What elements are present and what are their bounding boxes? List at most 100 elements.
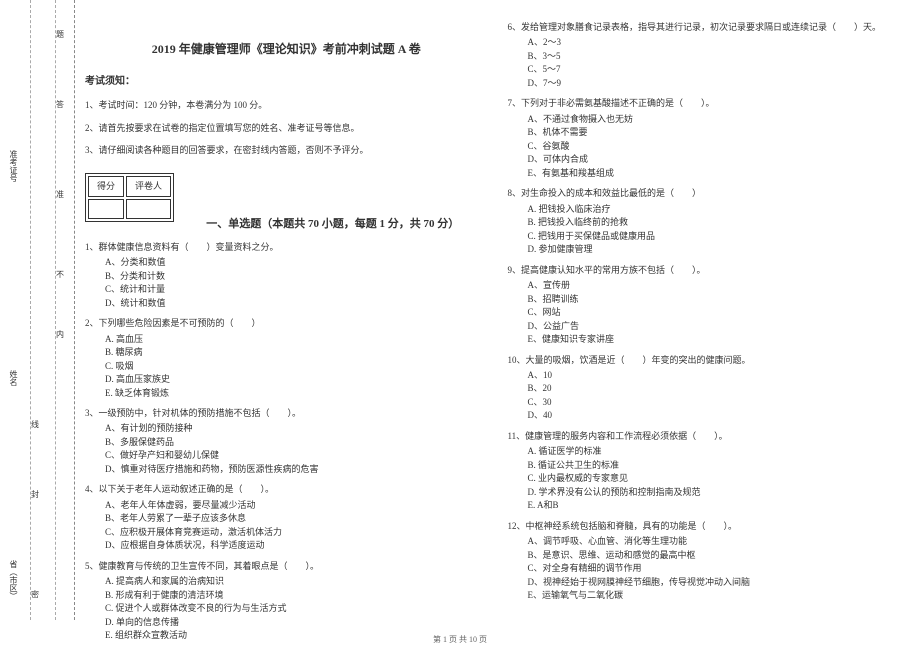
question-5-text: 5、健康教育与传统的卫生宣传不同，其着眼点是（ ）。 xyxy=(85,559,488,573)
q5-opt-b: B. 形成有利于健康的清洁环境 xyxy=(85,589,488,603)
q4-opt-b: B、老年人劳累了一辈子应该多休息 xyxy=(85,512,488,526)
q5-opt-c: C. 促进个人或群体改变不良的行为与生活方式 xyxy=(85,602,488,616)
q9-opt-c: C、网站 xyxy=(508,306,911,320)
q8-opt-c: C. 把钱用于买保健品或健康用品 xyxy=(508,230,911,244)
q2-opt-d: D. 高血压家族史 xyxy=(85,373,488,387)
question-7-text: 7、下列对于非必需氨基酸描述不正确的是（ ）。 xyxy=(508,96,911,110)
q6-opt-d: D、7～9 xyxy=(508,77,911,91)
q8-opt-a: A. 把钱投入临床治疗 xyxy=(508,203,911,217)
q5-opt-d: D. 单向的信息传播 xyxy=(85,616,488,630)
question-6-text: 6、发给管理对象膳食记录表格，指导其进行记录，初次记录要求隔日或连续记录（ ）天… xyxy=(508,20,911,34)
q1-opt-d: D、统计和数值 xyxy=(85,297,488,311)
q3-opt-b: B、多服保健药品 xyxy=(85,436,488,450)
q12-opt-c: C、对全身有精细的调节作用 xyxy=(508,562,911,576)
score-box: 得分 评卷人 xyxy=(85,173,174,222)
province-label: 省（市区） xyxy=(8,560,19,600)
q9-opt-b: B、招聘训练 xyxy=(508,293,911,307)
q4-opt-c: C、应积极开展体育竞赛运动，激活机体活力 xyxy=(85,526,488,540)
seal-char-2: 封 xyxy=(30,490,41,498)
notice-heading: 考试须知： xyxy=(85,74,488,90)
q8-opt-b: B. 把钱投入临终前的抢救 xyxy=(508,216,911,230)
question-4-text: 4、以下关于老年人运动叙述正确的是（ ）。 xyxy=(85,482,488,496)
left-column: 2019 年健康管理师《理论知识》考前冲刺试题 A 卷 考试须知： 1、考试时间… xyxy=(85,20,488,643)
notice-2: 2、请首先按要求在试卷的指定位置填写您的姓名、准考证号等信息。 xyxy=(85,121,488,135)
q12-opt-a: A、调节呼吸、心血管、消化等生理功能 xyxy=(508,535,911,549)
q10-opt-b: B、20 xyxy=(508,382,911,396)
content-area: 2019 年健康管理师《理论知识》考前冲刺试题 A 卷 考试须知： 1、考试时间… xyxy=(85,20,910,643)
q10-opt-a: A、10 xyxy=(508,369,911,383)
q12-opt-b: B、是意识、思维、运动和感觉的最高中枢 xyxy=(508,549,911,563)
q4-opt-d: D、应根据自身体质状况，科学适度运动 xyxy=(85,539,488,553)
right-column: 6、发给管理对象膳食记录表格，指导其进行记录，初次记录要求隔日或连续记录（ ）天… xyxy=(508,20,911,643)
question-2-text: 2、下列哪些危险因素是不可预防的（ ） xyxy=(85,316,488,330)
question-4: 4、以下关于老年人运动叙述正确的是（ ）。 A、老年人年体虚弱，要尽量减少活动 … xyxy=(85,482,488,552)
q4-opt-a: A、老年人年体虚弱，要尽量减少活动 xyxy=(85,499,488,513)
q10-opt-d: D、40 xyxy=(508,409,911,423)
q10-opt-c: C、30 xyxy=(508,396,911,410)
q7-opt-a: A、不通过食物摄入也无妨 xyxy=(508,113,911,127)
question-8: 8、对生命投入的成本和效益比最低的是（ ） A. 把钱投入临床治疗 B. 把钱投… xyxy=(508,186,911,256)
seal-char-1: 密 xyxy=(30,590,41,598)
question-7: 7、下列对于非必需氨基酸描述不正确的是（ ）。 A、不通过食物摄入也无妨 B、机… xyxy=(508,96,911,180)
q11-opt-b: B. 循证公共卫生的标准 xyxy=(508,459,911,473)
q11-opt-a: A. 循证医学的标准 xyxy=(508,445,911,459)
question-2: 2、下列哪些危险因素是不可预防的（ ） A. 高血压 B. 糖尿病 C. 吸烟 … xyxy=(85,316,488,400)
q2-opt-a: A. 高血压 xyxy=(85,333,488,347)
question-9-text: 9、提高健康认知水平的常用方族不包括（ ）。 xyxy=(508,263,911,277)
q1-opt-c: C、统计和计量 xyxy=(85,283,488,297)
q3-opt-d: D、慎重对待医疗措施和药物，预防医源性疾病的危害 xyxy=(85,463,488,477)
q6-opt-c: C、5～7 xyxy=(508,63,911,77)
q1-opt-b: B、分类和计数 xyxy=(85,270,488,284)
admit-no-label: 准考证号 xyxy=(8,150,19,182)
q2-opt-b: B. 糖尿病 xyxy=(85,346,488,360)
q1-opt-a: A、分类和数值 xyxy=(85,256,488,270)
q6-opt-b: B、3～5 xyxy=(508,50,911,64)
seal-line-1 xyxy=(30,0,31,620)
binding-margin: 省（市区） 姓名 准考证号 密 封 线 内 不 准 答 题 xyxy=(0,0,75,620)
q7-opt-e: E、有氨基和羧基组成 xyxy=(508,167,911,181)
q9-opt-a: A、宣传册 xyxy=(508,279,911,293)
notice-3: 3、请仔细阅读各种题目的回答要求，在密封线内答题，否则不予评分。 xyxy=(85,143,488,157)
q11-opt-c: C. 业内最权威的专家意见 xyxy=(508,472,911,486)
question-12-text: 12、中枢神经系统包括脑和脊髓，具有的功能是（ ）。 xyxy=(508,519,911,533)
exam-title: 2019 年健康管理师《理论知识》考前冲刺试题 A 卷 xyxy=(85,40,488,59)
q9-opt-d: D、公益广告 xyxy=(508,320,911,334)
seal-char-3: 线 xyxy=(30,420,41,428)
question-1-text: 1、群体健康信息资料有（ ）变量资料之分。 xyxy=(85,240,488,254)
q7-opt-d: D、可体内合成 xyxy=(508,153,911,167)
question-10-text: 10、大量的吸烟，饮酒是近（ ）年变的突出的健康问题。 xyxy=(508,353,911,367)
name-label: 姓名 xyxy=(8,370,19,386)
question-3-text: 3、一级预防中，针对机体的预防措施不包括（ ）。 xyxy=(85,406,488,420)
q11-opt-e: E. A和B xyxy=(508,499,911,513)
score-cell xyxy=(88,199,124,219)
q3-opt-a: A、有计划的预防接种 xyxy=(85,422,488,436)
notice-1: 1、考试时间：120 分钟，本卷满分为 100 分。 xyxy=(85,98,488,112)
reviewer-header: 评卷人 xyxy=(126,176,171,196)
score-section-row: 得分 评卷人 一、单选题（本题共 70 小题，每题 1 分，共 70 分） xyxy=(85,165,488,233)
question-11: 11、健康管理的服务内容和工作流程必须依据（ ）。 A. 循证医学的标准 B. … xyxy=(508,429,911,513)
exam-page: 省（市区） 姓名 准考证号 密 封 线 内 不 准 答 题 2019 年健康管理… xyxy=(0,0,920,650)
question-11-text: 11、健康管理的服务内容和工作流程必须依据（ ）。 xyxy=(508,429,911,443)
seal-char-4: 内 xyxy=(55,330,66,338)
question-9: 9、提高健康认知水平的常用方族不包括（ ）。 A、宣传册 B、招聘训练 C、网站… xyxy=(508,263,911,347)
question-8-text: 8、对生命投入的成本和效益比最低的是（ ） xyxy=(508,186,911,200)
seal-char-8: 题 xyxy=(55,30,66,38)
score-header: 得分 xyxy=(88,176,124,196)
seal-line-2 xyxy=(55,0,56,620)
q11-opt-d: D. 学术界没有公认的预防和控制指南及规范 xyxy=(508,486,911,500)
q8-opt-d: D. 参加健康管理 xyxy=(508,243,911,257)
q3-opt-c: C、做好孕产妇和婴幼儿保健 xyxy=(85,449,488,463)
question-6: 6、发给管理对象膳食记录表格，指导其进行记录，初次记录要求隔日或连续记录（ ）天… xyxy=(508,20,911,90)
reviewer-cell xyxy=(126,199,171,219)
q12-opt-d: D、视神经始于视网膜神经节细胞，传导视觉冲动入间脑 xyxy=(508,576,911,590)
seal-char-7: 答 xyxy=(55,100,66,108)
q2-opt-c: C. 吸烟 xyxy=(85,360,488,374)
seal-char-6: 准 xyxy=(55,190,66,198)
seal-char-5: 不 xyxy=(55,270,66,278)
question-1: 1、群体健康信息资料有（ ）变量资料之分。 A、分类和数值 B、分类和计数 C、… xyxy=(85,240,488,310)
question-10: 10、大量的吸烟，饮酒是近（ ）年变的突出的健康问题。 A、10 B、20 C、… xyxy=(508,353,911,423)
q7-opt-b: B、机体不需要 xyxy=(508,126,911,140)
section-1-title: 一、单选题（本题共 70 小题，每题 1 分，共 70 分） xyxy=(206,216,459,234)
question-5: 5、健康教育与传统的卫生宣传不同，其着眼点是（ ）。 A. 提高病人和家属的治病… xyxy=(85,559,488,643)
question-12: 12、中枢神经系统包括脑和脊髓，具有的功能是（ ）。 A、调节呼吸、心血管、消化… xyxy=(508,519,911,603)
